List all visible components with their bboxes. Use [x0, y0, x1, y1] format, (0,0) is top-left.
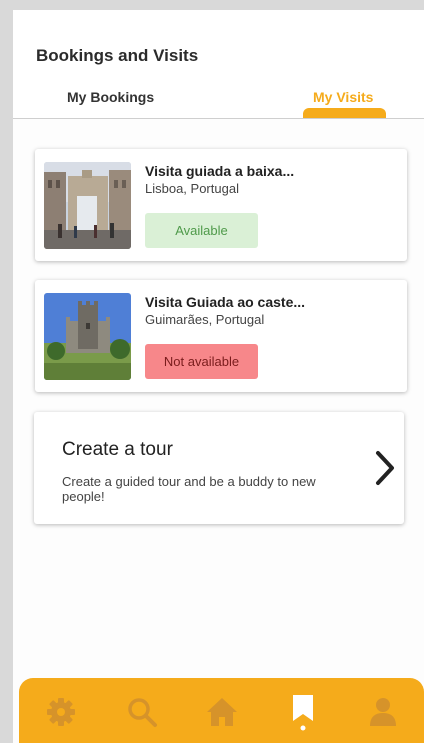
- chevron-right-icon[interactable]: [374, 450, 396, 491]
- active-tab-indicator: [303, 108, 386, 118]
- page-title: Bookings and Visits: [36, 46, 199, 65]
- app-screen: Bookings and Visits My Bookings My Visit…: [13, 10, 424, 743]
- create-tour-title: Create a tour: [62, 439, 173, 460]
- status-badge-available: Available: [145, 213, 258, 248]
- bottom-navigation: [19, 678, 424, 743]
- tab-my-visits[interactable]: My Visits: [313, 89, 373, 105]
- home-icon[interactable]: [202, 692, 242, 732]
- visit-thumbnail-lisboa: [44, 162, 131, 249]
- visit-location: Lisboa, Portugal: [145, 181, 239, 196]
- visit-thumbnail-guimaraes: [44, 293, 131, 380]
- create-tour-card[interactable]: Create a tour Create a guided tour and b…: [34, 412, 404, 524]
- visit-title: Visita guiada a baixa...: [145, 163, 295, 179]
- visit-card-lisboa[interactable]: Visita guiada a baixa... Lisboa, Portuga…: [35, 149, 407, 261]
- profile-icon[interactable]: [363, 692, 403, 732]
- top-bar: Bookings and Visits My Bookings My Visit…: [13, 10, 424, 119]
- visit-location: Guimarães, Portugal: [145, 312, 265, 327]
- bookmark-icon[interactable]: [283, 692, 323, 732]
- settings-icon[interactable]: [41, 692, 81, 732]
- create-tour-description: Create a guided tour and be a buddy to n…: [62, 474, 316, 504]
- visit-title: Visita Guiada ao caste...: [145, 294, 306, 310]
- tab-my-bookings[interactable]: My Bookings: [67, 89, 154, 105]
- search-icon[interactable]: [122, 692, 162, 732]
- visit-card-guimaraes[interactable]: Visita Guiada ao caste... Guimarães, Por…: [35, 280, 407, 392]
- status-badge-not-available: Not available: [145, 344, 258, 379]
